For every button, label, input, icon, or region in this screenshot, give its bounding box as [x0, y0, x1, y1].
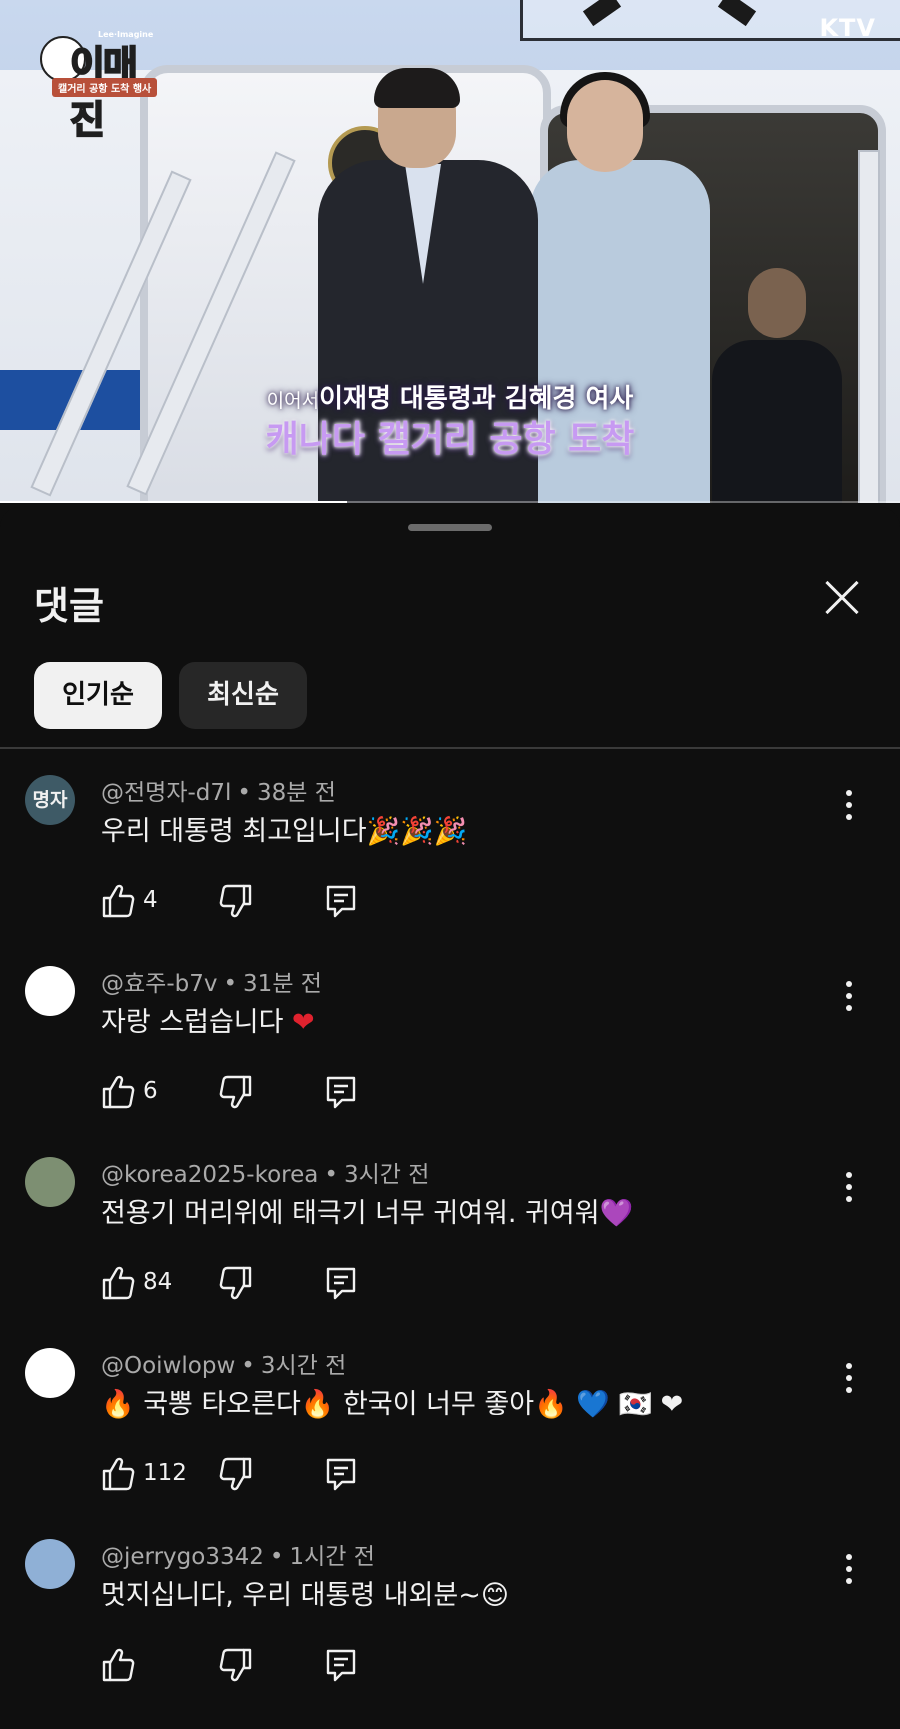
comment-actions: 84	[101, 1265, 381, 1305]
more-vert-icon[interactable]	[837, 1358, 861, 1398]
comment-item: @Ooiwlopw • 3시간 전 🔥 국뽕 타오른다🔥 한국이 너무 좋아🔥 💙 …	[0, 1338, 900, 1538]
comment-emoji: 🎉🎉🎉	[366, 816, 468, 847]
comment-actions: 6	[101, 1074, 381, 1114]
comment-time: 3시간 전	[260, 1353, 347, 1379]
comment-item: 명자 @전명자-d7l • 38분 전 우리 대통령 최고입니다🎉🎉🎉 4	[0, 765, 900, 965]
comment-time: 3시간 전	[343, 1162, 430, 1188]
comment-actions: 112	[101, 1456, 381, 1496]
thumbs-up-icon[interactable]	[101, 1265, 135, 1301]
separator-dot: •	[237, 780, 251, 806]
avatar[interactable]: 명자	[25, 775, 75, 825]
comment-time: 38분 전	[256, 780, 336, 806]
program-logo: Lee·Imagine 이매진 캘거리 공항 도착 행사	[40, 30, 158, 143]
program-logo-subtitle: 캘거리 공항 도착 행사	[52, 78, 158, 97]
reply-icon[interactable]	[324, 1265, 358, 1301]
separator-dot: •	[269, 1544, 284, 1570]
comment-time: 31분 전	[243, 971, 322, 997]
comment-text-body: 전용기 머리위에 태극기 너무 귀여워. 귀여워	[101, 1198, 600, 1229]
more-vert-icon[interactable]	[837, 976, 861, 1016]
reply-icon[interactable]	[324, 1456, 358, 1492]
avatar[interactable]	[25, 966, 75, 1016]
comment-text: 전용기 머리위에 태극기 너무 귀여워. 귀여워💜	[101, 1191, 633, 1230]
close-icon[interactable]	[822, 577, 862, 617]
comment-actions: 4	[101, 883, 381, 923]
thumbs-down-icon[interactable]	[219, 883, 253, 919]
comment-item: @korea2025-korea • 3시간 전 전용기 머리위에 태극기 너무 귀…	[0, 1147, 900, 1347]
separator-dot: •	[223, 971, 238, 997]
comment-text: 🔥 국뽕 타오른다🔥 한국이 너무 좋아🔥 💙 🇰🇷 ❤	[101, 1382, 683, 1421]
thumbs-up-icon[interactable]	[101, 883, 135, 919]
video-caption-lead: 이어서	[266, 390, 320, 412]
comment-emoji: 💜	[599, 1198, 634, 1229]
thumbs-down-icon[interactable]	[219, 1456, 253, 1492]
sort-tab-newest[interactable]: 최신순	[179, 662, 307, 729]
thumbs-up-icon[interactable]	[101, 1074, 135, 1110]
separator-dot: •	[241, 1353, 255, 1379]
comment-author[interactable]: @효주-b7v	[101, 971, 217, 997]
avatar[interactable]	[25, 1157, 75, 1207]
separator-dot: •	[324, 1162, 338, 1188]
comments-sheet: 댓글 인기순 최신순 명자 @전명자-d7l • 38분 전 우리 대통령 최고입니…	[0, 507, 900, 1682]
video-player[interactable]: Lee·Imagine 이매진 캘거리 공항 도착 행사 KTV 이어서이재명 …	[0, 0, 900, 503]
comment-text: 우리 대통령 최고입니다🎉🎉🎉	[101, 809, 467, 848]
avatar[interactable]	[25, 1348, 75, 1398]
comment-meta: @전명자-d7l • 38분 전	[101, 773, 336, 807]
avatar[interactable]	[25, 1539, 75, 1589]
reply-icon[interactable]	[324, 1647, 358, 1683]
comments-title: 댓글	[34, 584, 104, 628]
reply-icon[interactable]	[324, 883, 358, 919]
thumbs-down-icon[interactable]	[219, 1265, 253, 1301]
thumbs-up-icon[interactable]	[101, 1647, 135, 1683]
more-vert-icon[interactable]	[837, 785, 861, 825]
like-count: 6	[143, 1078, 158, 1104]
like-count: 112	[143, 1460, 187, 1486]
video-progress-fill	[0, 501, 347, 503]
comment-author[interactable]: @jerrygo3342	[101, 1544, 264, 1570]
more-vert-icon[interactable]	[837, 1167, 861, 1207]
like-count: 4	[143, 887, 158, 913]
comment-meta: @Ooiwlopw • 3시간 전	[101, 1346, 346, 1380]
comment-text-body: 자랑 스럽습니다	[101, 1007, 293, 1038]
comment-meta: @jerrygo3342 • 1시간 전	[101, 1537, 375, 1571]
comment-author[interactable]: @전명자-d7l	[101, 780, 231, 806]
comment-meta: @korea2025-korea • 3시간 전	[101, 1155, 429, 1189]
comment-emoji: 😊	[480, 1580, 510, 1611]
comment-author[interactable]: @Ooiwlopw	[101, 1353, 235, 1379]
person-woman-face	[567, 80, 643, 172]
drag-handle[interactable]	[408, 524, 492, 531]
thumbs-down-icon[interactable]	[219, 1647, 253, 1683]
comment-author[interactable]: @korea2025-korea	[101, 1162, 318, 1188]
person-man-hair	[374, 68, 460, 108]
comment-time: 1시간 전	[289, 1544, 375, 1570]
comment-text: 자랑 스럽습니다 ❤	[101, 1000, 315, 1039]
comment-actions	[101, 1647, 381, 1687]
sort-tab-popular[interactable]: 인기순	[34, 662, 162, 729]
video-caption-line2: 캐나다 캘거리 공항 도착	[265, 419, 635, 460]
comment-item: @효주-b7v • 31분 전 자랑 스럽습니다 ❤ 6	[0, 956, 900, 1156]
comment-text-body: 멋지십니다, 우리 대통령 내외분~	[101, 1580, 481, 1611]
comment-meta: @효주-b7v • 31분 전	[101, 964, 322, 998]
thumbs-down-icon[interactable]	[219, 1074, 253, 1110]
more-vert-icon[interactable]	[837, 1549, 861, 1589]
comment-item: @jerrygo3342 • 1시간 전 멋지십니다, 우리 대통령 내외분~😊	[0, 1529, 900, 1729]
thumbs-up-icon[interactable]	[101, 1456, 135, 1492]
comment-text-body: 우리 대통령 최고입니다	[101, 816, 367, 847]
divider	[0, 747, 900, 749]
comment-text: 멋지십니다, 우리 대통령 내외분~😊	[101, 1573, 509, 1612]
like-count: 84	[143, 1269, 173, 1295]
video-progress-bar[interactable]	[0, 501, 900, 503]
comment-emoji: ❤	[292, 1007, 315, 1038]
comment-text-body: 🔥 국뽕 타오른다🔥 한국이 너무 좋아🔥 💙 🇰🇷 ❤	[101, 1389, 684, 1420]
person-background-head	[748, 268, 806, 338]
channel-logo: KTV	[819, 14, 876, 42]
reply-icon[interactable]	[324, 1074, 358, 1110]
